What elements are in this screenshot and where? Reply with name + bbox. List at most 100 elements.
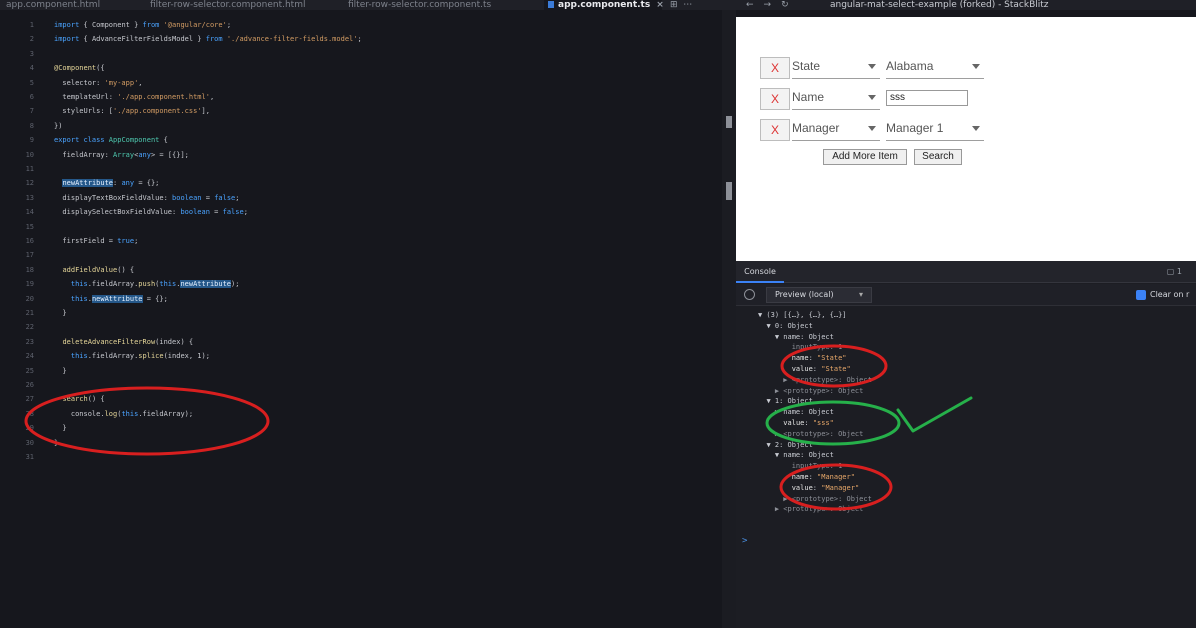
line-number: 8	[29, 121, 34, 130]
code-line[interactable]: newAttribute: any = {};	[54, 176, 159, 190]
scroll-thumb[interactable]	[726, 182, 732, 200]
console-log-line[interactable]: value: "Manager"	[758, 484, 859, 494]
remove-row-button[interactable]: X	[760, 119, 790, 141]
console-log-line[interactable]: ▶ <prototype>: Object	[758, 387, 864, 397]
reload-icon[interactable]: ↻	[781, 0, 799, 10]
line-number: 25	[25, 366, 34, 375]
console-log-line[interactable]: ▼ (3) [{…}, {…}, {…}]	[758, 311, 847, 321]
line-number: 18	[25, 265, 34, 274]
tab-label: filter-row-selector.component.ts	[348, 0, 492, 10]
field-select[interactable]: Name	[792, 88, 880, 110]
code-line[interactable]: }	[54, 364, 66, 378]
line-number: 24	[25, 352, 34, 361]
chevron-down-icon	[868, 64, 876, 69]
clear-on-reload-checkbox[interactable]	[1136, 290, 1146, 300]
split-editor-icon[interactable]: ⊞	[670, 0, 678, 10]
console-log-line[interactable]: ▼ 2: Object	[758, 441, 812, 451]
scroll-marker	[726, 116, 732, 128]
code-line[interactable]: firstField = true;	[54, 234, 138, 248]
browser-url[interactable]: angular-mat-select-example (forked) - St…	[830, 0, 1049, 10]
console-log-line[interactable]: ▶ <prototype>: Object	[758, 495, 872, 505]
line-number: 19	[25, 280, 34, 289]
context-select[interactable]: Preview (local) ▾	[766, 287, 872, 303]
console-log-line[interactable]: inputType: 1	[758, 343, 843, 353]
console-log-line[interactable]: value: "sss"	[758, 419, 834, 429]
field-select[interactable]: State	[792, 57, 880, 79]
editor-tab-bar: app.component.html filter-row-selector.c…	[0, 0, 736, 10]
close-icon[interactable]: ×	[656, 0, 664, 10]
remove-row-button[interactable]: X	[760, 57, 790, 79]
block-icon[interactable]	[744, 289, 755, 300]
console-log-line[interactable]: ▶ name: Object	[758, 408, 834, 418]
filter-row: X Manager Manager 1	[760, 119, 990, 143]
console-log-line[interactable]: name: "State"	[758, 354, 847, 364]
console-log-line[interactable]: value: "State"	[758, 365, 851, 375]
tab-app-component-html[interactable]: app.component.html	[6, 0, 106, 10]
line-number: 23	[25, 337, 34, 346]
code-line[interactable]: this.newAttribute = {};	[54, 292, 168, 306]
back-icon[interactable]: ←	[746, 0, 764, 10]
field-select[interactable]: Manager	[792, 119, 880, 141]
line-number: 13	[25, 193, 34, 202]
editor-scrollbar[interactable]	[722, 10, 736, 628]
value-input[interactable]: sss	[886, 90, 968, 106]
code-line[interactable]: this.fieldArray.splice(index, 1);	[54, 349, 210, 363]
tab-app-component-ts[interactable]: app.component.ts ×	[544, 0, 664, 10]
chevron-down-icon: ▾	[858, 290, 863, 299]
code-line[interactable]: styleUrls: ['./app.component.css'],	[54, 104, 210, 118]
code-line[interactable]: import { Component } from '@angular/core…	[54, 18, 231, 32]
tab-label: app.component.ts	[558, 0, 651, 10]
code-line[interactable]: deleteAdvanceFilterRow(index) {	[54, 335, 193, 349]
code-line[interactable]: import { AdvanceFilterFieldsModel } from…	[54, 32, 362, 46]
code-line[interactable]: export class AppComponent {	[54, 133, 168, 147]
code-line[interactable]: addFieldValue() {	[54, 263, 134, 277]
line-number: 9	[29, 136, 34, 145]
code-line[interactable]: this.fieldArray.push(this.newAttribute);	[54, 277, 239, 291]
code-line[interactable]: displaySelectBoxFieldValue: boolean = fa…	[54, 205, 247, 219]
console-log-line[interactable]: ▶ <prototype>: Object	[758, 430, 864, 440]
remove-row-button[interactable]: X	[760, 88, 790, 110]
code-line[interactable]: @Component({	[54, 61, 105, 75]
console-prompt[interactable]: >	[742, 536, 747, 546]
line-number: 7	[29, 107, 34, 116]
value-select[interactable]: Alabama	[886, 57, 984, 79]
add-more-item-button[interactable]: Add More Item	[823, 149, 907, 165]
console-log-line[interactable]: inputType: 1	[758, 462, 843, 472]
code-line[interactable]: }	[54, 421, 66, 435]
code-line[interactable]: }	[54, 306, 66, 320]
more-icon[interactable]: ⋯	[683, 0, 692, 10]
code-line[interactable]: templateUrl: './app.component.html',	[54, 90, 214, 104]
chevron-down-icon	[868, 126, 876, 131]
tab-console[interactable]: Console	[736, 261, 784, 283]
console-log-line[interactable]: ▶ <prototype>: Object	[758, 505, 864, 515]
forward-icon[interactable]: →	[764, 0, 782, 10]
tab-label: filter-row-selector.component.html	[150, 0, 306, 10]
message-icon: ▢	[1166, 267, 1175, 276]
code-line[interactable]: selector: 'my-app',	[54, 76, 142, 90]
console-log-line[interactable]: ▼ 1: Object	[758, 397, 812, 407]
console-log-line[interactable]: ▼ 0: Object	[758, 322, 812, 332]
code-line[interactable]: }	[54, 436, 58, 450]
code-line[interactable]: console.log(this.fieldArray);	[54, 407, 193, 421]
line-number: 3	[29, 49, 34, 58]
browser-bar: ←→↻ angular-mat-select-example (forked) …	[736, 0, 1196, 10]
tab-filter-row-selector-html[interactable]: filter-row-selector.component.html	[150, 0, 330, 10]
code-line[interactable]: })	[54, 119, 62, 133]
console-log-line[interactable]: name: "Manager"	[758, 473, 855, 483]
console-log-line[interactable]: ▼ name: Object	[758, 451, 834, 461]
line-number: 11	[25, 165, 34, 173]
code-line[interactable]: displayTextBoxFieldValue: boolean = fals…	[54, 191, 239, 205]
console-log-line[interactable]: ▼ name: Object	[758, 333, 834, 343]
line-number: 2	[29, 35, 34, 44]
console-log-line[interactable]: ▶ <prototype>: Object	[758, 376, 872, 386]
code-line[interactable]: fieldArray: Array<any> = [{}];	[54, 148, 188, 162]
value-select-value: Manager 1	[886, 121, 944, 135]
field-select-value: Name	[792, 90, 825, 104]
code-editor[interactable]: 1 import { Component } from '@angular/cor…	[0, 10, 722, 628]
search-button[interactable]: Search	[914, 149, 962, 165]
code-line[interactable]: search() {	[54, 392, 104, 406]
line-number: 31	[25, 453, 34, 461]
value-select[interactable]: Manager 1	[886, 119, 984, 141]
tab-filter-row-selector-ts[interactable]: filter-row-selector.component.ts	[348, 0, 518, 10]
line-number: 16	[25, 237, 34, 245]
